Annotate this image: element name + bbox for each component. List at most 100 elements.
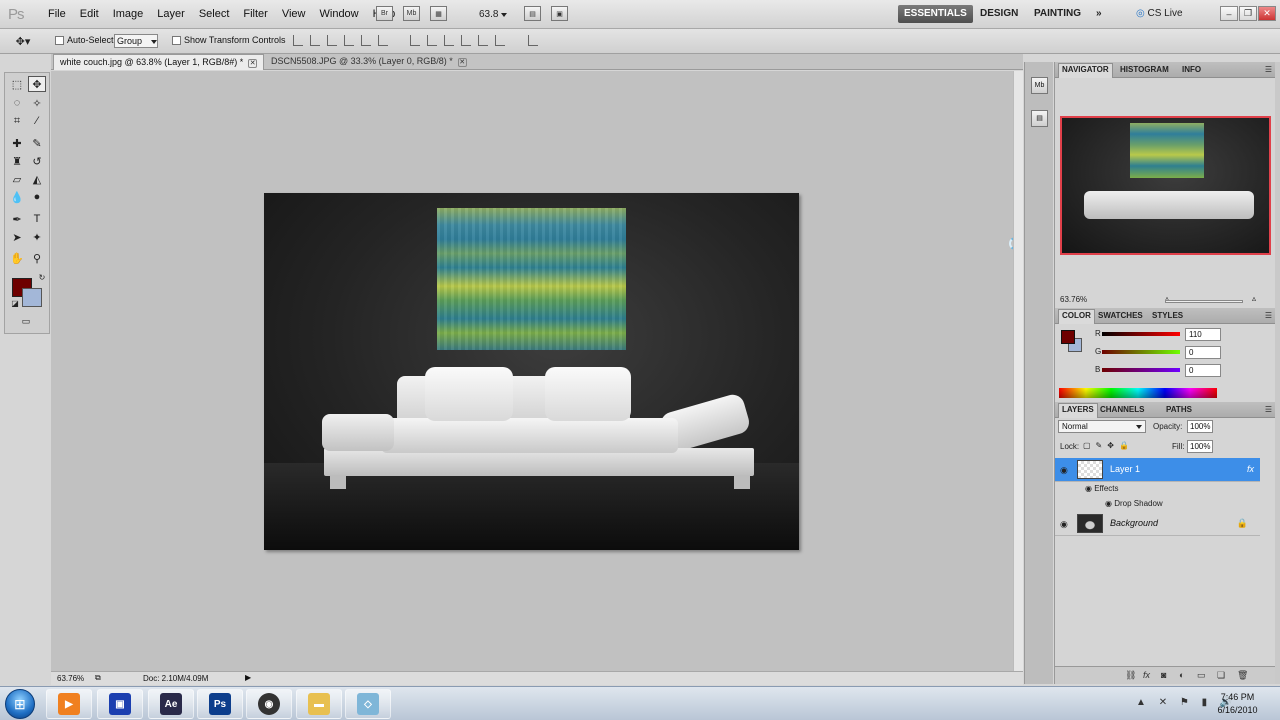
close-tab-icon[interactable]: ✕: [457, 58, 467, 67]
tab-info[interactable]: INFO: [1179, 64, 1204, 75]
close-button[interactable]: ✕: [1258, 6, 1276, 21]
blur-tool-icon[interactable]: 💧: [8, 189, 26, 205]
tab-layers[interactable]: LAYERS: [1058, 403, 1098, 418]
move-tool-icon[interactable]: ✥: [28, 76, 46, 92]
layer-row-background[interactable]: ◉ Background 🔒: [1055, 512, 1260, 536]
eraser-tool-icon[interactable]: ▱: [8, 171, 26, 187]
channel-r-field[interactable]: 110: [1185, 328, 1221, 341]
visibility-eye-icon[interactable]: ◉: [1060, 519, 1068, 530]
adjustment-layer-icon[interactable]: ◐: [1179, 670, 1184, 680]
document-image[interactable]: [264, 193, 799, 550]
tab-white-couch[interactable]: white couch.jpg @ 63.8% (Layer 1, RGB/8#…: [53, 54, 265, 70]
channel-b-field[interactable]: 0: [1185, 364, 1221, 377]
menu-filter[interactable]: Filter: [236, 8, 274, 20]
tray-flag-icon[interactable]: ⚑: [1180, 697, 1189, 708]
panel-menu-icon[interactable]: ☰: [1265, 405, 1272, 414]
taskbar-media-player[interactable]: ▶: [46, 689, 92, 719]
tab-navigator[interactable]: NAVIGATOR: [1058, 63, 1113, 78]
opacity-field[interactable]: 100%: [1187, 420, 1213, 433]
eyedropper-tool-icon[interactable]: ⁄: [28, 113, 46, 129]
drop-shadow-row[interactable]: ◉ Drop Shadow: [1105, 499, 1163, 508]
healing-brush-tool-icon[interactable]: ✚: [8, 135, 26, 151]
brush-presets-panel-icon[interactable]: ▤: [1031, 110, 1048, 127]
quick-mask-icon[interactable]: ▭: [17, 313, 35, 329]
tab-swatches[interactable]: SWATCHES: [1095, 310, 1146, 321]
close-tab-icon[interactable]: ✕: [248, 59, 258, 68]
menu-file[interactable]: File: [41, 8, 73, 20]
system-clock[interactable]: 7:46 PM 6/16/2010: [1210, 691, 1265, 717]
path-select-tool-icon[interactable]: ➤: [8, 229, 26, 245]
fx-icon[interactable]: fx: [1247, 464, 1254, 474]
menu-image[interactable]: Image: [106, 8, 151, 20]
layer-name[interactable]: Background: [1110, 518, 1158, 528]
delete-layer-icon[interactable]: 🗑: [1237, 670, 1248, 681]
dodge-tool-icon[interactable]: ●: [28, 189, 46, 205]
zoom-level-field[interactable]: 63.8: [479, 9, 508, 20]
fill-field[interactable]: 100%: [1187, 440, 1213, 453]
cs-live-button[interactable]: ◎ CS Live: [1130, 5, 1189, 23]
workspace-more[interactable]: »: [1090, 5, 1108, 23]
shape-tool-icon[interactable]: ✦: [28, 229, 46, 245]
menu-edit[interactable]: Edit: [73, 8, 106, 20]
tab-color[interactable]: COLOR: [1058, 309, 1095, 324]
clone-stamp-tool-icon[interactable]: ♜: [8, 153, 26, 169]
effects-eye-icon[interactable]: ◉: [1085, 484, 1092, 493]
lock-buttons[interactable]: ▢✎✥🔒: [1083, 441, 1134, 450]
workspace-design[interactable]: DESIGN: [974, 5, 1024, 23]
tab-dscn5508[interactable]: DSCN5508.JPG @ 33.3% (Layer 0, RGB/8) * ✕: [265, 54, 473, 70]
view-extras-icon[interactable]: ▦: [430, 6, 447, 21]
taskbar-camera-app[interactable]: ◉: [246, 689, 292, 719]
show-transform-checkbox[interactable]: Show Transform Controls: [172, 35, 286, 46]
start-button[interactable]: ⊞: [5, 689, 35, 719]
taskbar-explorer[interactable]: ▬: [296, 689, 342, 719]
taskbar-after-effects[interactable]: Ae: [148, 689, 194, 719]
marquee-tool-icon[interactable]: ⬚: [8, 76, 26, 92]
status-menu-arrow-icon[interactable]: ▶: [245, 673, 251, 682]
auto-select-dropdown[interactable]: Group: [114, 34, 158, 48]
lasso-tool-icon[interactable]: ◌: [8, 95, 26, 111]
tab-paths[interactable]: PATHS: [1163, 404, 1195, 415]
add-style-icon[interactable]: fx: [1143, 670, 1150, 680]
arrange-documents-icon[interactable]: ▤: [524, 6, 541, 21]
navigator-zoom-slider[interactable]: [1165, 300, 1243, 303]
taskbar-photoshop[interactable]: Ps: [197, 689, 243, 719]
type-tool-icon[interactable]: T: [28, 211, 46, 227]
color-panel-foreground-swatch[interactable]: [1061, 330, 1075, 344]
tray-battery-icon[interactable]: ▮: [1202, 697, 1208, 708]
panel-menu-icon[interactable]: ☰: [1265, 311, 1272, 320]
layer-row-layer-1[interactable]: ◉ Layer 1 fx: [1055, 458, 1260, 482]
pen-tool-icon[interactable]: ✒: [8, 211, 26, 227]
mini-bridge-panel-icon[interactable]: Mb: [1031, 77, 1048, 94]
distribute-buttons[interactable]: [410, 35, 512, 46]
layer-name[interactable]: Layer 1: [1110, 464, 1140, 474]
menu-select[interactable]: Select: [192, 8, 237, 20]
visibility-eye-icon[interactable]: ◉: [1060, 465, 1068, 476]
zoom-in-icon[interactable]: ▵: [1252, 294, 1256, 303]
move-tool-preset-icon[interactable]: ✥▾: [14, 33, 32, 49]
navigator-zoom[interactable]: 63.76%: [1060, 295, 1087, 304]
panel-scrollbar[interactable]: [1275, 62, 1280, 684]
auto-select-checkbox[interactable]: Auto-Select:: [55, 35, 116, 46]
background-color-swatch[interactable]: [22, 288, 42, 307]
menu-view[interactable]: View: [275, 8, 313, 20]
auto-align-button[interactable]: [528, 35, 545, 46]
channel-g-slider[interactable]: [1102, 350, 1180, 354]
menu-window[interactable]: Window: [313, 8, 366, 20]
bridge-icon[interactable]: Br: [376, 6, 393, 21]
zoom-tool-icon[interactable]: ⚲: [28, 250, 46, 266]
mini-bridge-icon[interactable]: Mb: [403, 6, 420, 21]
taskbar-app-blue[interactable]: ▣: [97, 689, 143, 719]
status-zoom[interactable]: 63.76%: [57, 674, 84, 683]
screen-mode-icon[interactable]: ▣: [551, 6, 568, 21]
blend-mode-dropdown[interactable]: Normal: [1058, 420, 1146, 433]
quick-select-tool-icon[interactable]: ✧: [28, 95, 46, 111]
channel-r-slider[interactable]: [1102, 332, 1180, 336]
channel-b-slider[interactable]: [1102, 368, 1180, 372]
crop-tool-icon[interactable]: ⌗: [8, 113, 26, 129]
vertical-scrollbar[interactable]: [1013, 71, 1023, 671]
add-mask-icon[interactable]: ◙: [1161, 670, 1166, 680]
workspace-painting[interactable]: PAINTING: [1028, 5, 1087, 23]
panel-menu-icon[interactable]: ☰: [1265, 65, 1272, 74]
paint-bucket-tool-icon[interactable]: ◭: [28, 171, 46, 187]
tab-styles[interactable]: STYLES: [1149, 310, 1186, 321]
